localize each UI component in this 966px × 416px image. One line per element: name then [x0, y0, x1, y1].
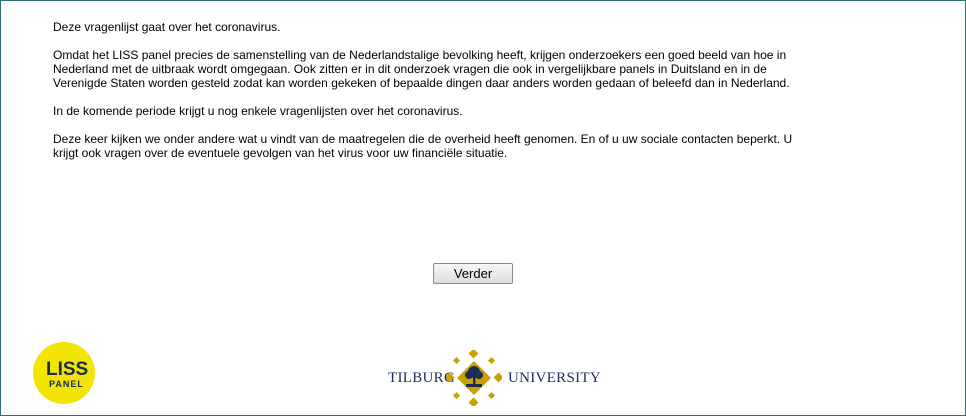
tilburg-logo-right-word: UNIVERSITY: [508, 370, 601, 386]
intro-paragraph-2: Omdat het LISS panel precies de samenste…: [53, 48, 790, 90]
tilburg-university-logo: TILBURG UNIVERSITY: [388, 350, 601, 406]
next-button[interactable]: Verder: [433, 263, 513, 284]
svg-text:PANEL: PANEL: [49, 379, 84, 389]
intro-paragraph-4: Deze keer kijken we onder andere wat u v…: [53, 132, 793, 160]
page-frame: Deze vragenlijst gaat over het coronavir…: [0, 0, 966, 416]
tilburg-seal-icon: [446, 350, 502, 406]
intro-paragraph-1: Deze vragenlijst gaat over het coronavir…: [53, 20, 281, 34]
survey-intro: Deze vragenlijst gaat over het coronavir…: [53, 20, 813, 174]
svg-text:LISS: LISS: [46, 359, 88, 380]
intro-paragraph-3: In de komende periode krijgt u nog enkel…: [53, 104, 463, 118]
liss-panel-logo: LISS PANEL: [33, 342, 95, 404]
